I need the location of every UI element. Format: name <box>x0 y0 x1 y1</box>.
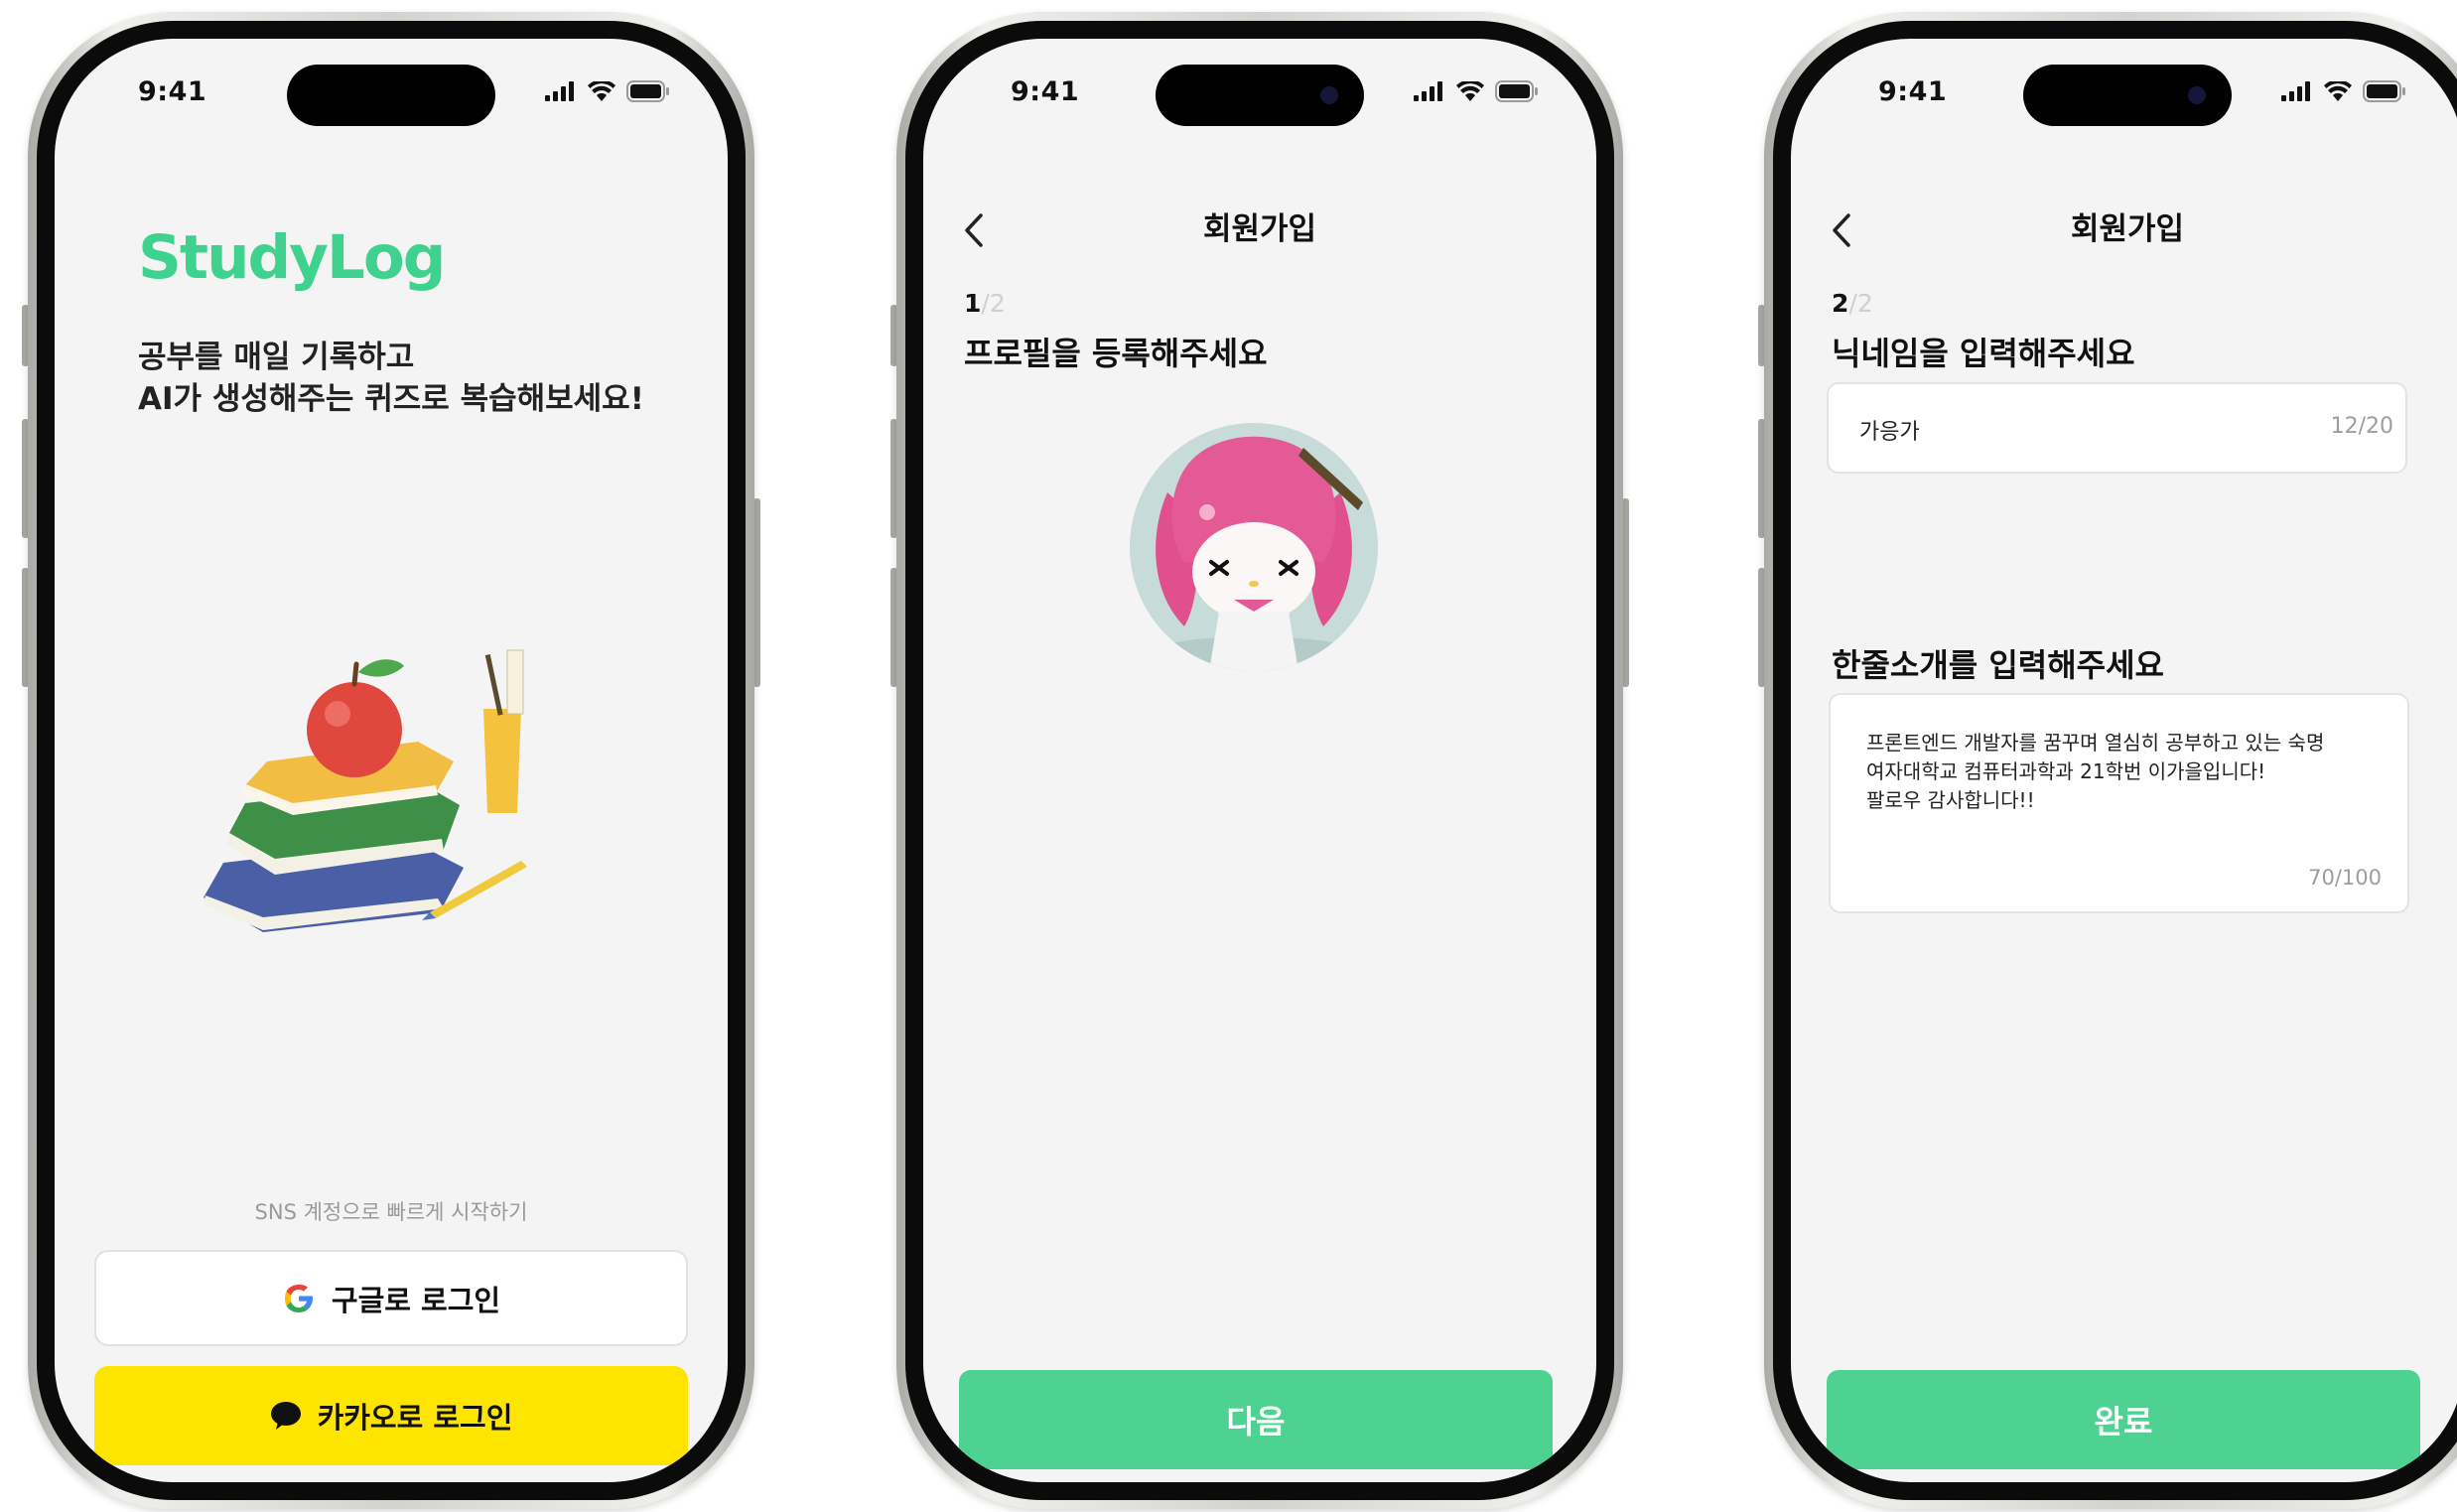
intro-line-3: 팔로우 감사합니다!! <box>1866 788 2035 812</box>
front-camera <box>2188 86 2206 104</box>
dynamic-island <box>287 65 495 126</box>
signal-icon <box>545 81 574 101</box>
step-current: 2 <box>1832 289 1849 318</box>
tagline-line-1: 공부를 매일 기록하고 <box>138 340 415 375</box>
nickname-input[interactable]: 가응가 12/20 <box>1827 382 2407 474</box>
step-indicator: 2/2 <box>1832 289 1873 318</box>
power-button <box>1622 498 1629 687</box>
kakao-login-button[interactable]: 카카오로 로그인 <box>94 1366 688 1465</box>
step-total: /2 <box>981 289 1006 318</box>
battery-icon <box>1495 80 1538 102</box>
phone-signup-step2: 9:41 회원가입 2/2 닉네임을 입력해주세요 가응가 12/20 한줄소개… <box>1758 12 2457 1509</box>
dynamic-island <box>1156 65 1364 126</box>
step-total: /2 <box>1848 289 1873 318</box>
intro-heading: 한줄소개를 입력해주세요 <box>1832 646 2164 684</box>
intro-textarea[interactable]: 프론트엔드 개발자를 꿈꾸며 열심히 공부하고 있는 숙명 여자대학교 컴퓨터과… <box>1829 693 2409 913</box>
status-icons <box>545 80 670 102</box>
login-screen: 9:41 StudyLog 공부를 매일 기록하고 AI가 생성해주는 퀴즈로 … <box>55 39 728 1482</box>
intro-line-2: 여자대학교 컴퓨터과학과 21학번 이가을입니다! <box>1866 759 2266 783</box>
tagline: 공부를 매일 기록하고 AI가 생성해주는 퀴즈로 복습해보세요! <box>138 337 644 420</box>
app-logo: StudyLog <box>138 222 446 293</box>
phone-signup-step1: 9:41 회원가입 1/2 프로필을 등록해주세요 다음 <box>890 12 1629 1509</box>
status-time: 9:41 <box>138 76 207 107</box>
intro-line-1: 프론트엔드 개발자를 꿈꾸며 열심히 공부하고 있는 숙명 <box>1866 731 2325 755</box>
profile-image[interactable] <box>1130 423 1378 671</box>
nav-title: 회원가입 <box>2070 211 2185 247</box>
nav-title: 회원가입 <box>1202 211 1317 247</box>
google-login-button[interactable]: 구글로 로그인 <box>94 1250 688 1346</box>
next-button[interactable]: 다음 <box>959 1370 1553 1469</box>
wifi-icon <box>2324 81 2352 101</box>
status-icons <box>1414 80 1539 102</box>
dynamic-island <box>2023 65 2232 126</box>
phone-login: 9:41 StudyLog 공부를 매일 기록하고 AI가 생성해주는 퀴즈로 … <box>22 12 760 1509</box>
battery-icon <box>626 80 669 102</box>
nickname-heading: 닉네임을 입력해주세요 <box>1832 335 2135 372</box>
front-camera <box>1320 86 1338 104</box>
kakao-speech-bubble-icon <box>270 1402 301 1430</box>
battery-icon <box>2363 80 2405 102</box>
signup-step2-screen: 9:41 회원가입 2/2 닉네임을 입력해주세요 가응가 12/20 한줄소개… <box>1791 39 2457 1482</box>
intro-char-count: 70/100 <box>2308 866 2382 890</box>
wifi-icon <box>588 81 615 101</box>
tagline-line-2: AI가 생성해주는 퀴즈로 복습해보세요! <box>138 381 644 417</box>
signup-step1-screen: 9:41 회원가입 1/2 프로필을 등록해주세요 다음 <box>923 39 1596 1482</box>
google-logo-icon <box>284 1284 313 1312</box>
nickname-value: 가응가 <box>1859 420 1920 445</box>
sns-hint: SNS 계정으로 빠르게 시작하기 <box>254 1200 528 1224</box>
status-icons <box>2281 80 2406 102</box>
step-current: 1 <box>964 289 982 318</box>
signal-icon <box>2281 81 2310 101</box>
status-time: 9:41 <box>1878 76 1948 107</box>
google-login-label: 구글로 로그인 <box>331 1283 501 1317</box>
intro-value: 프론트엔드 개발자를 꿈꾸며 열심히 공부하고 있는 숙명 여자대학교 컴퓨터과… <box>1866 729 2392 815</box>
step-indicator: 1/2 <box>964 289 1006 318</box>
signal-icon <box>1414 81 1442 101</box>
profile-heading: 프로필을 등록해주세요 <box>964 335 1268 372</box>
power-button <box>753 498 760 687</box>
nickname-char-count: 12/20 <box>2330 414 2393 439</box>
done-button[interactable]: 완료 <box>1827 1370 2420 1469</box>
kakao-login-label: 카카오로 로그인 <box>317 1401 513 1435</box>
status-time: 9:41 <box>1011 76 1080 107</box>
wifi-icon <box>1456 81 1484 101</box>
books-apple-illustration <box>204 649 527 932</box>
